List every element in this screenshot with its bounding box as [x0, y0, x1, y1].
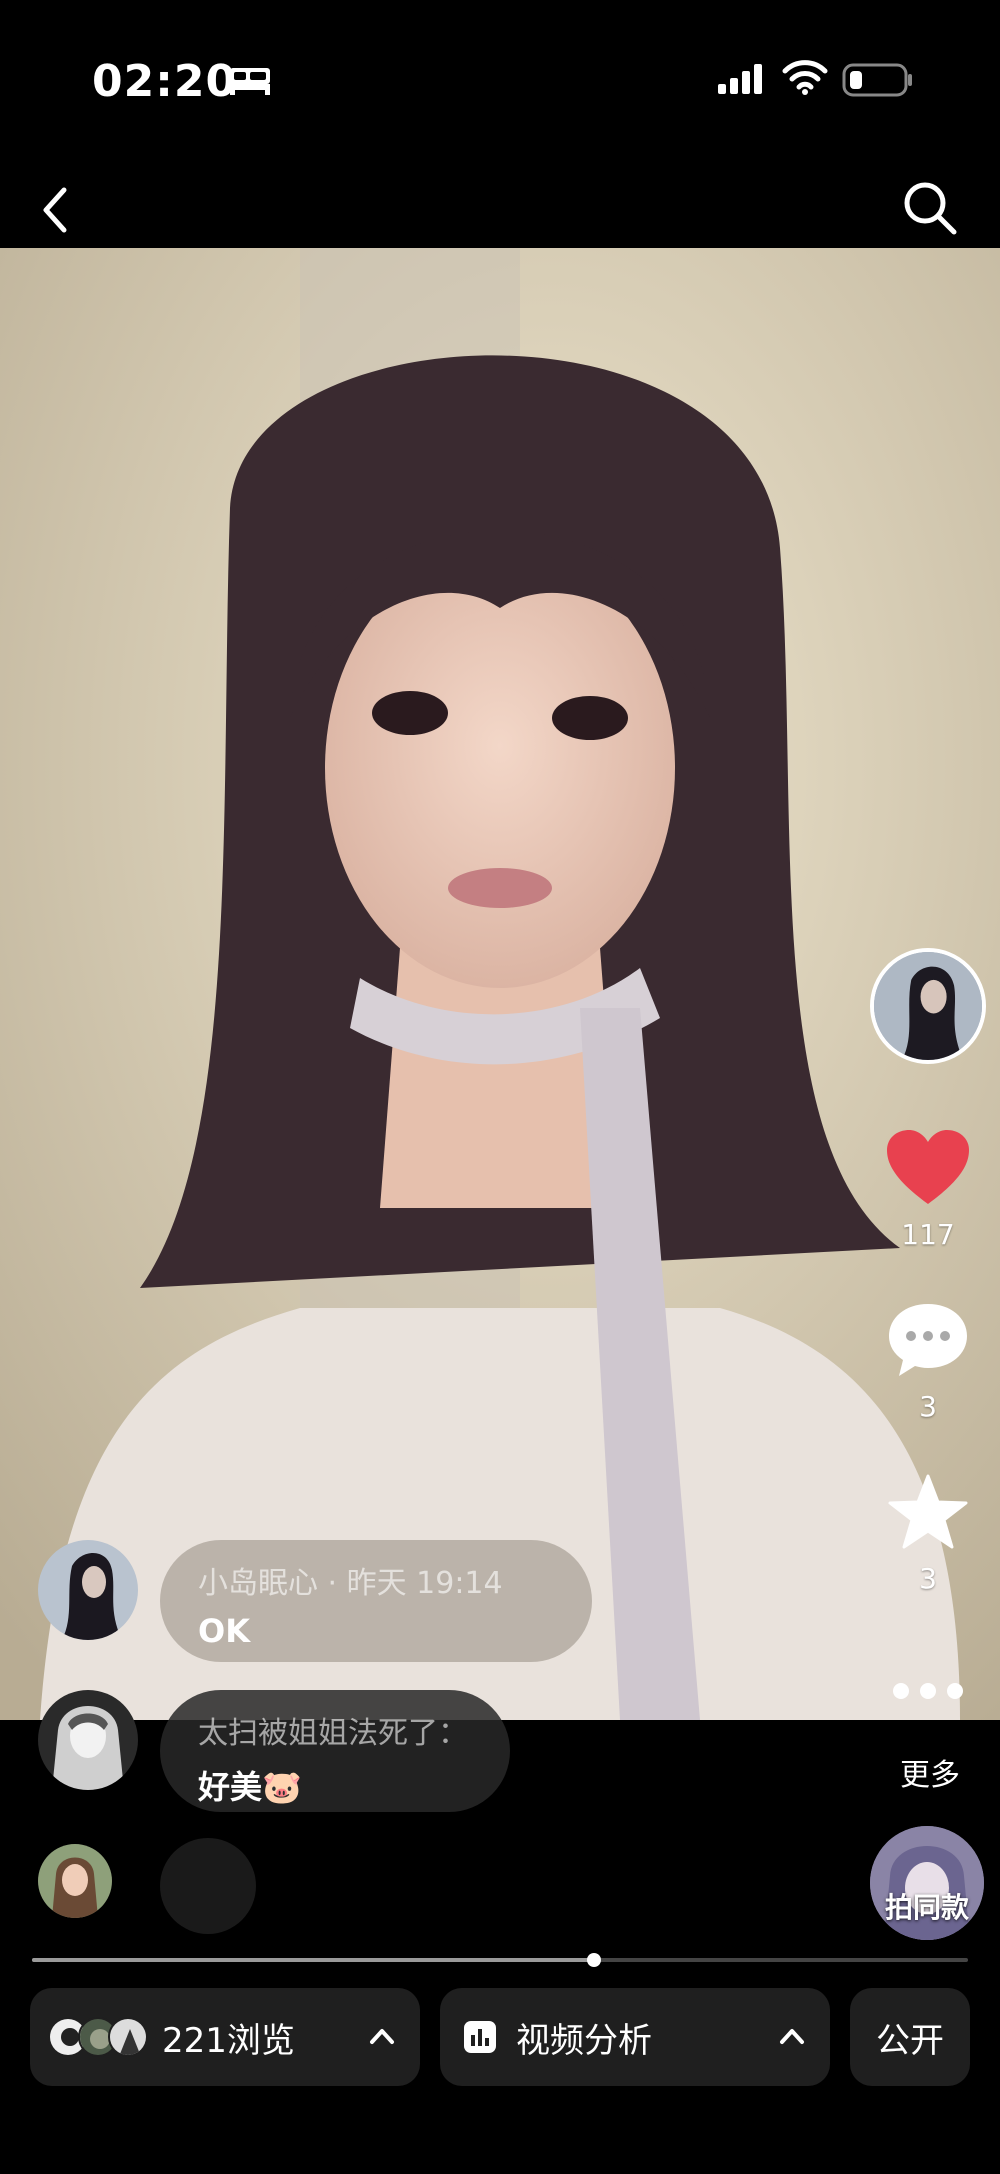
- views-label: 221浏览: [162, 2020, 295, 2061]
- progress-fill: [32, 1958, 594, 1962]
- signal-icon: [718, 64, 762, 94]
- comment-bubble[interactable]: 太扫被姐姐法死了： 好美🐷: [160, 1690, 510, 1812]
- viewer-avatars: [48, 2017, 148, 2057]
- same-style-button[interactable]: 拍同款: [870, 1826, 984, 1940]
- video-analysis-label: 视频分析: [516, 2020, 652, 2061]
- my-avatar-image: [38, 1844, 112, 1918]
- my-avatar[interactable]: [38, 1844, 112, 1918]
- status-bar: 02:20: [0, 0, 1000, 160]
- comment-count: 3: [919, 1390, 937, 1423]
- more-dots-icon: [893, 1683, 963, 1699]
- commenter-avatar[interactable]: [38, 1690, 138, 1790]
- wifi-icon: [782, 60, 828, 95]
- comment-button[interactable]: 3: [870, 1300, 986, 1423]
- status-time: 02:20: [92, 56, 238, 107]
- heart-icon: [887, 1130, 969, 1204]
- more-label[interactable]: 更多: [880, 1750, 980, 1794]
- creator-avatar[interactable]: [870, 948, 986, 1064]
- same-style-label: 拍同款: [884, 1891, 969, 1924]
- video-analysis-button[interactable]: 视频分析: [440, 1988, 830, 2086]
- bed-icon: [230, 68, 270, 95]
- favorite-button[interactable]: 3: [870, 1472, 986, 1595]
- comment-text: 好美🐷: [198, 1768, 302, 1806]
- like-button[interactable]: 117: [870, 1128, 986, 1251]
- star-icon: [888, 1474, 968, 1549]
- comment-bubble[interactable]: 小岛眠心 · 昨天 19:14 OK: [160, 1540, 592, 1662]
- chevron-up-icon: [370, 2029, 394, 2044]
- comment-input-placeholder[interactable]: [160, 1838, 256, 1934]
- chevron-up-icon: [780, 2029, 804, 2044]
- visibility-button[interactable]: 公开: [850, 1988, 970, 2086]
- video-progress[interactable]: [32, 1953, 968, 1967]
- photo[interactable]: [0, 248, 1000, 1720]
- comment-icon: [889, 1304, 967, 1376]
- comment-text: OK: [198, 1612, 250, 1650]
- back-icon[interactable]: [36, 180, 76, 240]
- portrait-image: [0, 248, 1000, 1720]
- battery-icon: [842, 63, 912, 97]
- creator-avatar-image: [874, 952, 982, 1060]
- like-count: 117: [901, 1218, 955, 1251]
- comment-meta: 太扫被姐姐法死了：: [198, 1716, 468, 1751]
- bottom-bar: 221浏览 视频分析 公开: [0, 1968, 1000, 2174]
- more-button[interactable]: [870, 1676, 986, 1710]
- commenter-avatar-image: [38, 1540, 138, 1640]
- comment-meta: 小岛眠心 · 昨天 19:14: [198, 1566, 503, 1601]
- commenter-avatar[interactable]: [38, 1540, 138, 1640]
- visibility-label: 公开: [876, 2020, 944, 2061]
- search-icon[interactable]: [900, 178, 960, 238]
- bar-chart-icon: [464, 2021, 496, 2053]
- viewer-avatar: [108, 2017, 148, 2057]
- commenter-avatar-image: [38, 1690, 138, 1790]
- views-button[interactable]: 221浏览: [30, 1988, 420, 2086]
- progress-knob[interactable]: [586, 1953, 601, 1967]
- favorite-count: 3: [919, 1562, 937, 1595]
